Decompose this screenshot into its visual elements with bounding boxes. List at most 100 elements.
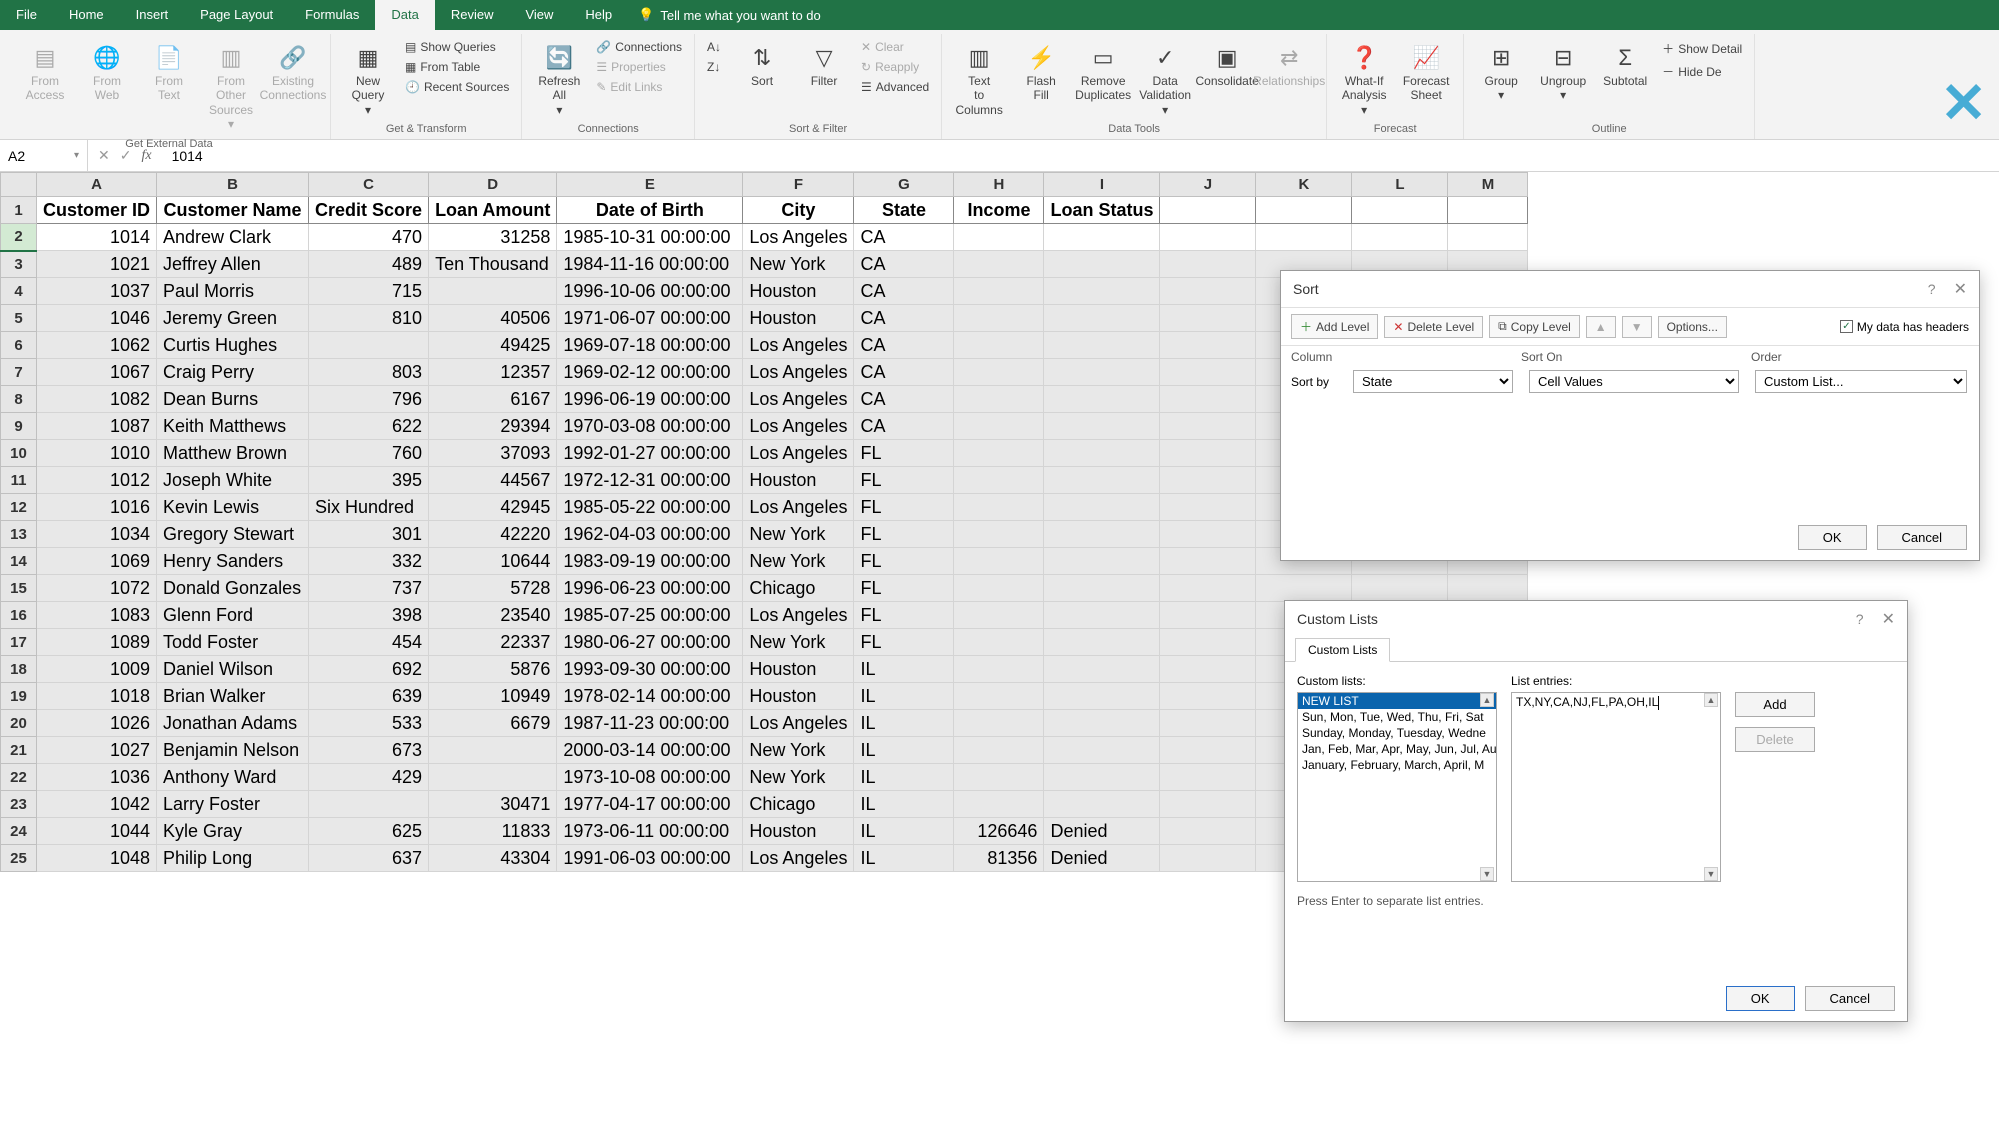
row-header-21[interactable]: 21	[1, 737, 37, 764]
cell[interactable]	[429, 764, 557, 791]
hide-de-button[interactable]: －Hide De	[1658, 61, 1746, 82]
cell[interactable]: 1993-09-30 00:00:00	[557, 656, 743, 683]
row-header-3[interactable]: 3	[1, 251, 37, 278]
cell[interactable]: FL	[854, 467, 954, 494]
cell[interactable]: Los Angeles	[743, 359, 854, 386]
cell[interactable]: Paul Morris	[157, 278, 309, 305]
sort-button[interactable]: ⇅Sort	[733, 38, 791, 92]
row-header-7[interactable]: 7	[1, 359, 37, 386]
cell[interactable]	[1044, 332, 1160, 359]
table-header[interactable]: State	[854, 197, 954, 224]
cell[interactable]: 332	[309, 548, 429, 575]
cell[interactable]: 1048	[37, 845, 157, 872]
column-header-I[interactable]: I	[1044, 173, 1160, 197]
row-header-22[interactable]: 22	[1, 764, 37, 791]
cell[interactable]	[954, 683, 1044, 710]
cell[interactable]: 42945	[429, 494, 557, 521]
cell[interactable]	[1160, 305, 1256, 332]
cell[interactable]: 1985-07-25 00:00:00	[557, 602, 743, 629]
cell[interactable]	[309, 332, 429, 359]
column-header-H[interactable]: H	[954, 173, 1044, 197]
cell[interactable]: Chicago	[743, 791, 854, 818]
cell[interactable]: Houston	[743, 656, 854, 683]
cell[interactable]	[954, 251, 1044, 278]
cell[interactable]: 31258	[429, 224, 557, 251]
from-table-button[interactable]: ▦From Table	[401, 58, 513, 76]
forecast-sheet-button[interactable]: 📈ForecastSheet	[1397, 38, 1455, 107]
column-header-L[interactable]: L	[1352, 173, 1448, 197]
cell[interactable]	[1044, 251, 1160, 278]
cell[interactable]: Curtis Hughes	[157, 332, 309, 359]
cell[interactable]: Jeffrey Allen	[157, 251, 309, 278]
cell[interactable]: CA	[854, 251, 954, 278]
cell[interactable]: 1983-09-19 00:00:00	[557, 548, 743, 575]
cell[interactable]: 1034	[37, 521, 157, 548]
cell[interactable]	[1160, 710, 1256, 737]
cell[interactable]	[1044, 791, 1160, 818]
cell[interactable]: Los Angeles	[743, 332, 854, 359]
cell[interactable]: 10644	[429, 548, 557, 575]
column-header-D[interactable]: D	[429, 173, 557, 197]
cell[interactable]: 5876	[429, 656, 557, 683]
cell[interactable]	[1448, 224, 1528, 251]
cell[interactable]	[1160, 413, 1256, 440]
cell[interactable]	[954, 278, 1044, 305]
cell[interactable]: 1036	[37, 764, 157, 791]
cell[interactable]: 1985-05-22 00:00:00	[557, 494, 743, 521]
cell[interactable]	[1160, 791, 1256, 818]
cell[interactable]: CA	[854, 413, 954, 440]
cell[interactable]: 1969-02-12 00:00:00	[557, 359, 743, 386]
cell[interactable]	[954, 710, 1044, 737]
cell[interactable]	[1160, 521, 1256, 548]
cell[interactable]: Matthew Brown	[157, 440, 309, 467]
cell[interactable]	[1160, 278, 1256, 305]
cell[interactable]: 43304	[429, 845, 557, 872]
cell[interactable]: IL	[854, 845, 954, 872]
cell[interactable]: 1062	[37, 332, 157, 359]
tab-formulas[interactable]: Formulas	[289, 0, 375, 30]
cell[interactable]: Anthony Ward	[157, 764, 309, 791]
cell[interactable]	[1044, 548, 1160, 575]
cell[interactable]: 1067	[37, 359, 157, 386]
cell[interactable]: 1026	[37, 710, 157, 737]
cell[interactable]	[954, 656, 1044, 683]
sort-order-select[interactable]: Custom List...	[1755, 370, 1967, 393]
cell[interactable]: Six Hundred	[309, 494, 429, 521]
select-all-corner[interactable]	[1, 173, 37, 197]
cell[interactable]: Chicago	[743, 575, 854, 602]
scroll-up-icon[interactable]: ▲	[1480, 693, 1494, 707]
cell[interactable]: 1987-11-23 00:00:00	[557, 710, 743, 737]
cell[interactable]	[1044, 494, 1160, 521]
cell[interactable]: FL	[854, 521, 954, 548]
cell[interactable]: IL	[854, 818, 954, 845]
cell[interactable]: 760	[309, 440, 429, 467]
cell[interactable]: 1014	[37, 224, 157, 251]
table-header[interactable]: Credit Score	[309, 197, 429, 224]
row-header-18[interactable]: 18	[1, 656, 37, 683]
cell[interactable]: 489	[309, 251, 429, 278]
recent-sources-button[interactable]: 🕘Recent Sources	[401, 78, 513, 96]
row-header-6[interactable]: 6	[1, 332, 37, 359]
cell[interactable]: 1027	[37, 737, 157, 764]
cell[interactable]: 1985-10-31 00:00:00	[557, 224, 743, 251]
cell[interactable]: 1044	[37, 818, 157, 845]
cell[interactable]	[954, 332, 1044, 359]
row-header-10[interactable]: 10	[1, 440, 37, 467]
list-item[interactable]: Sun, Mon, Tue, Wed, Thu, Fri, Sat	[1298, 709, 1496, 725]
from-web-button[interactable]: 🌐FromWeb	[78, 38, 136, 107]
row-header-23[interactable]: 23	[1, 791, 37, 818]
cell[interactable]: 1973-10-08 00:00:00	[557, 764, 743, 791]
cell[interactable]	[1044, 386, 1160, 413]
cell[interactable]: Los Angeles	[743, 710, 854, 737]
new-query--button[interactable]: ▦NewQuery▾	[339, 38, 397, 121]
filter-button[interactable]: ▽Filter	[795, 38, 853, 92]
row-header-9[interactable]: 9	[1, 413, 37, 440]
cell[interactable]: 29394	[429, 413, 557, 440]
cell[interactable]: Los Angeles	[743, 386, 854, 413]
close-icon[interactable]: ✕	[1882, 609, 1895, 629]
cell[interactable]: New York	[743, 251, 854, 278]
-button[interactable]: A↓	[703, 38, 729, 56]
cell[interactable]: 1996-10-06 00:00:00	[557, 278, 743, 305]
cell[interactable]	[429, 737, 557, 764]
cell[interactable]	[954, 575, 1044, 602]
